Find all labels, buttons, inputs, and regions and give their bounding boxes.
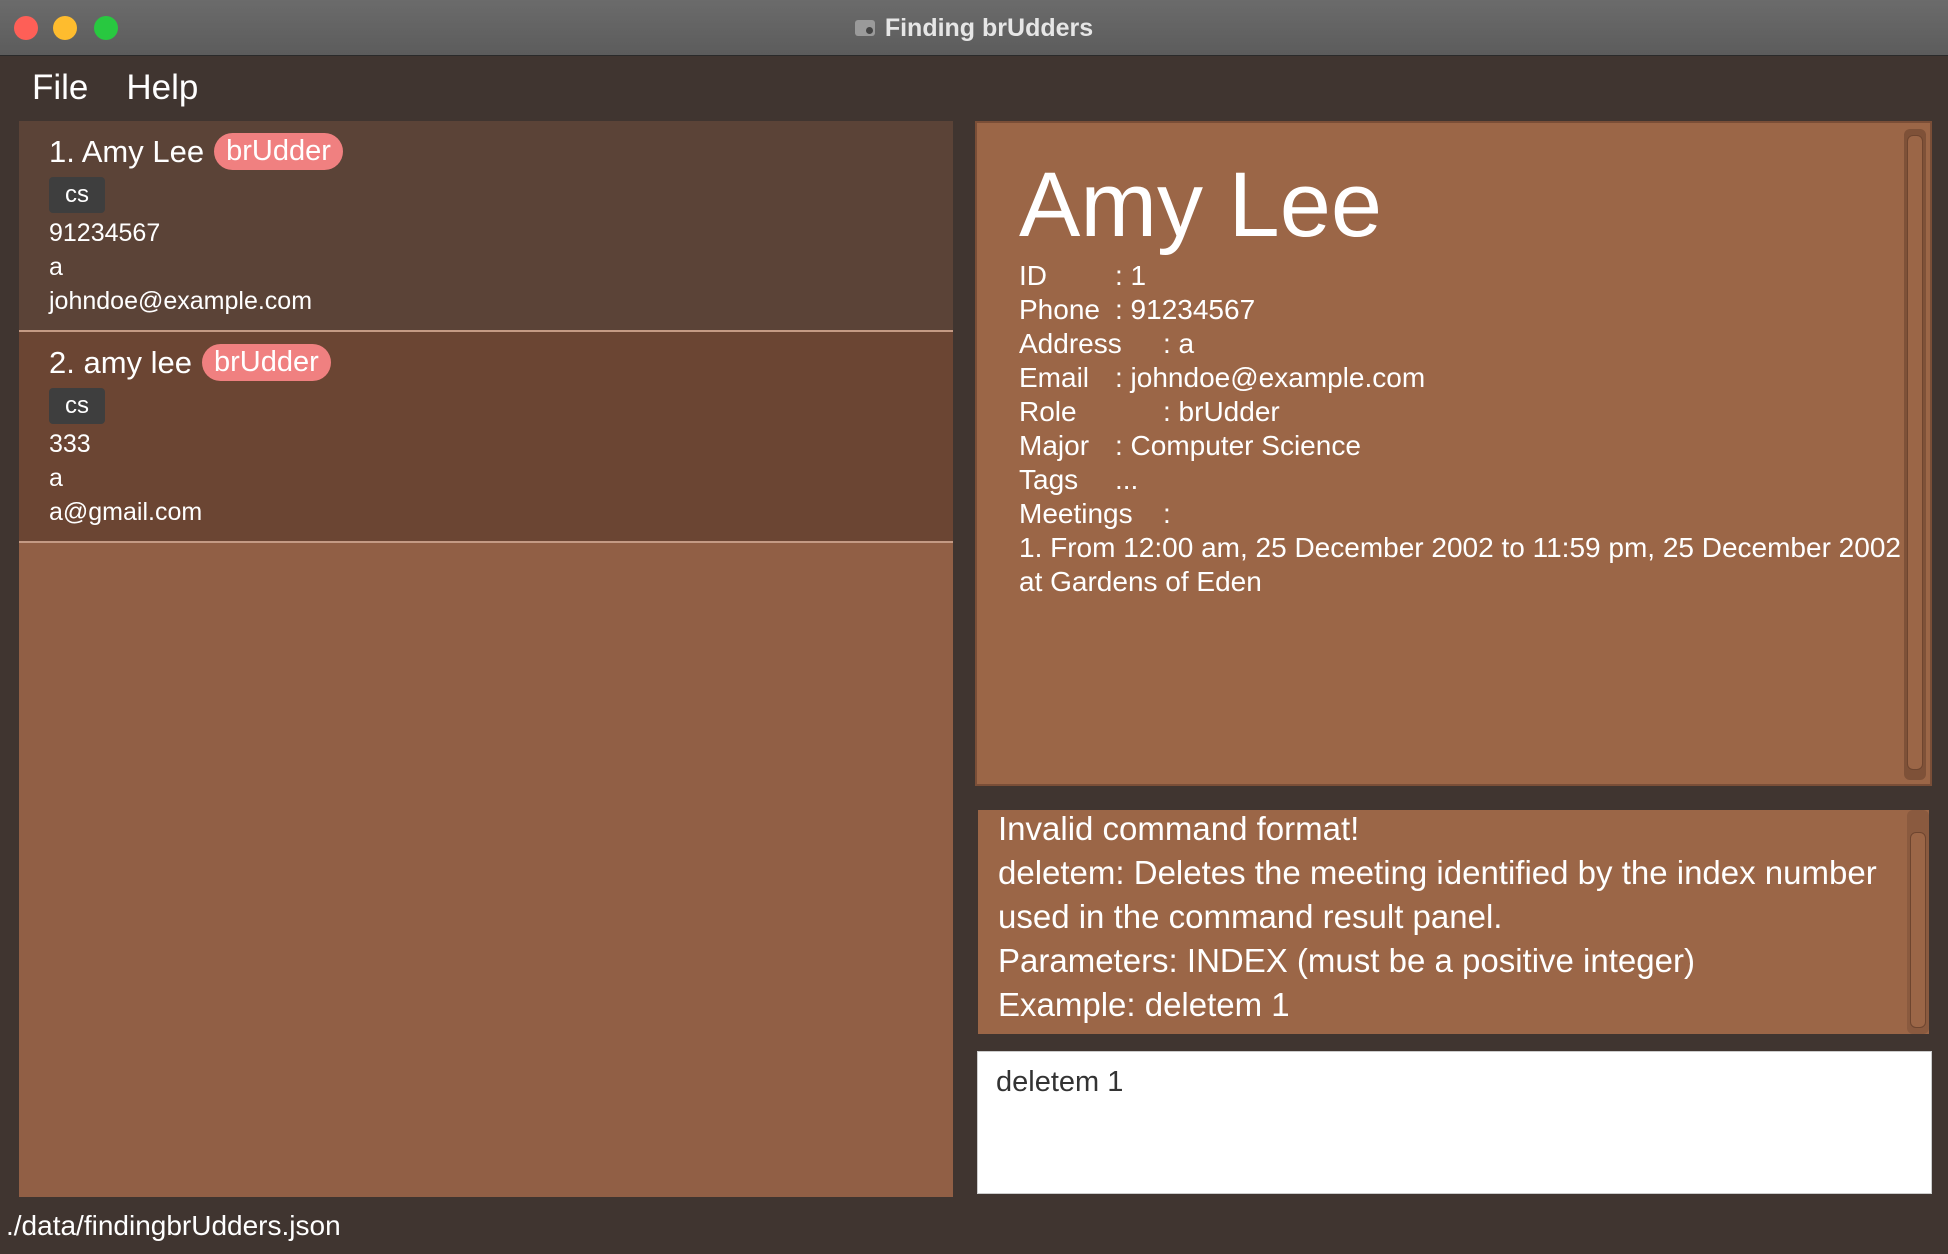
detail-phone-row: Phone : 91234567 <box>1019 294 1255 326</box>
detail-email-label: Email <box>1019 362 1090 393</box>
result-line: deletem: Deletes the meeting identified … <box>998 854 1877 891</box>
person-card-header: 1. Amy Lee brUdder <box>49 133 343 170</box>
detail-email-row: Email : johndoe@example.com <box>1019 362 1425 394</box>
person-email: johndoe@example.com <box>49 287 313 315</box>
person-email: a@gmail.com <box>49 498 203 526</box>
app-icon <box>854 20 875 36</box>
detail-id-label: ID <box>1019 260 1047 291</box>
detail-scrollbar[interactable] <box>1904 129 1926 780</box>
result-line: Parameters: INDEX (must be a positive in… <box>998 942 1695 979</box>
meeting-line: 1. From 12:00 am, 25 December 2002 to 11… <box>1019 532 1901 563</box>
person-phone: 91234567 <box>49 219 161 247</box>
person-detail-panel: Amy Lee ID: 1 Phone: 91234567 Address: a… <box>975 121 1932 786</box>
detail-role-label: Role <box>1019 396 1077 427</box>
detail-meetings-value: : <box>1163 498 1171 529</box>
detail-meetings-label: Meetings <box>1019 498 1133 529</box>
detail-id-row: ID : 1 <box>1019 260 1146 292</box>
detail-role-value: : brUdder <box>1163 396 1280 427</box>
result-scrollbar-thumb[interactable] <box>1910 832 1926 1028</box>
person-card[interactable]: 2. amy lee brUdder cs 333 a a@gmail.com <box>19 332 953 543</box>
person-phone: 333 <box>49 430 91 458</box>
command-result-panel: Invalid command format! deletem: Deletes… <box>978 810 1929 1034</box>
detail-tags-row: Tags... <box>1019 464 1138 496</box>
command-input[interactable] <box>996 1060 1916 1104</box>
detail-id-value: : 1 <box>1115 260 1147 291</box>
result-line: used in the command result panel. <box>998 898 1503 935</box>
result-line: Invalid command format! <box>998 810 1360 847</box>
role-badge: brUdder <box>202 344 331 381</box>
detail-major-value: : Computer Science <box>1115 430 1361 461</box>
menu-file[interactable]: File <box>32 68 88 108</box>
person-card-header: 2. amy lee brUdder <box>49 344 331 381</box>
detail-address-label: Address <box>1019 328 1122 359</box>
person-address: a <box>49 464 63 492</box>
title-bar: Finding brUdders <box>0 0 1948 56</box>
person-list-panel[interactable]: 1. Amy Lee brUdder cs 91234567 a johndoe… <box>19 121 953 1197</box>
detail-tags-label: Tags <box>1019 464 1079 495</box>
command-box[interactable] <box>977 1051 1932 1194</box>
person-name: 1. Amy Lee <box>49 133 205 169</box>
status-bar-path: ./data/findingbrUdders.json <box>6 1210 341 1241</box>
detail-tags-value: ... <box>1115 464 1139 495</box>
window-title: Finding brUdders <box>884 13 1094 42</box>
detail-role-row: Role : brUdder <box>1019 396 1280 428</box>
meeting-location: at Gardens of Eden <box>1019 566 1262 597</box>
detail-meetings-row: Meetings: <box>1019 498 1171 530</box>
tag-chip: cs <box>49 177 105 213</box>
detail-address-value: : a <box>1163 328 1195 359</box>
result-scrollbar[interactable] <box>1907 810 1929 1034</box>
result-line: Example: deletem 1 <box>998 986 1290 1023</box>
person-card[interactable]: 1. Amy Lee brUdder cs 91234567 a johndoe… <box>19 121 953 332</box>
person-name: 2. amy lee <box>49 344 193 380</box>
person-address: a <box>49 253 63 281</box>
detail-phone-label: Phone <box>1019 294 1100 325</box>
detail-name: Amy Lee <box>1019 154 1383 256</box>
tag-chip: cs <box>49 388 105 424</box>
window-title-wrap: Finding brUdders <box>0 0 1948 56</box>
menu-help[interactable]: Help <box>126 68 198 108</box>
detail-scrollbar-thumb[interactable] <box>1907 135 1923 770</box>
detail-email-value: : johndoe@example.com <box>1115 362 1426 393</box>
role-badge: brUdder <box>214 133 343 170</box>
detail-major-row: Major : Computer Science <box>1019 430 1361 462</box>
detail-major-label: Major <box>1019 430 1090 461</box>
menu-bar: File Help <box>0 56 198 120</box>
detail-phone-value: : 91234567 <box>1115 294 1256 325</box>
detail-address-row: Address : a <box>1019 328 1194 360</box>
